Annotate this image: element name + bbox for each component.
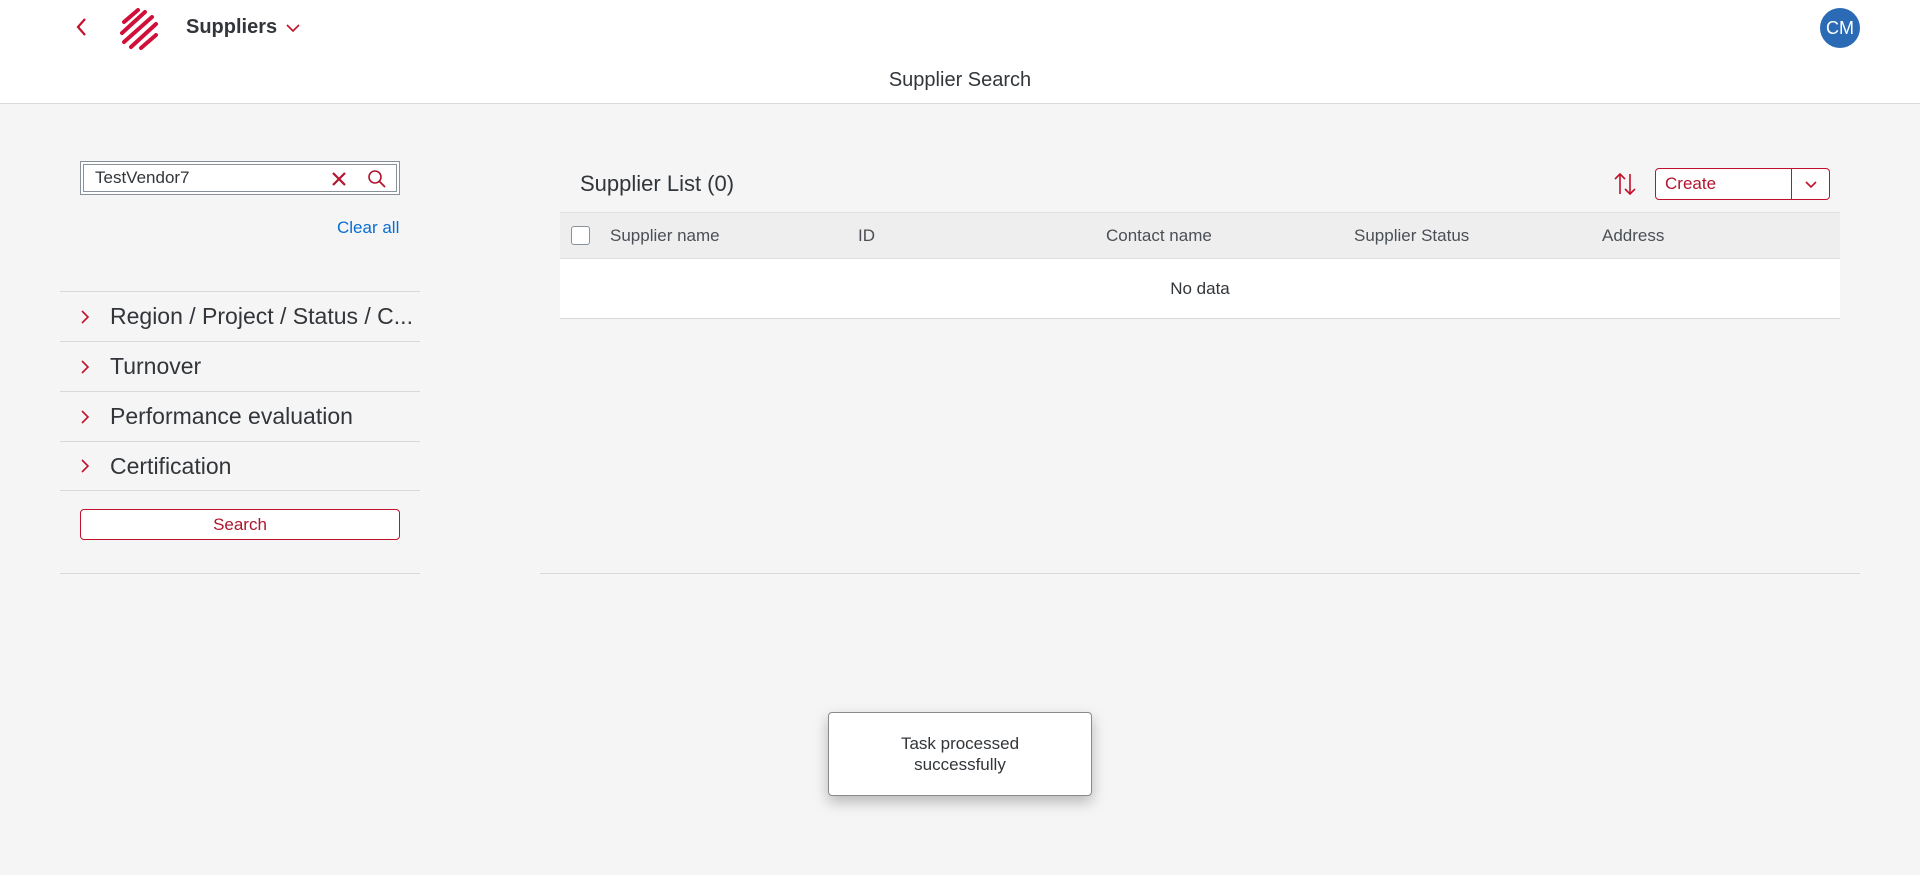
clear-icon[interactable] [329,169,349,189]
chevron-right-icon [81,459,90,473]
chevron-down-icon [1804,181,1817,189]
company-logo [118,6,160,50]
column-header-supplier-name[interactable]: Supplier name [610,226,720,246]
empty-state: No data [560,259,1840,319]
search-icon[interactable] [367,169,387,189]
back-button[interactable] [72,14,92,40]
search-button[interactable]: Search [80,509,400,540]
create-split-button: Create [1655,168,1830,200]
filter-group-region[interactable]: Region / Project / Status / C... [60,291,420,341]
table-header: Supplier name ID Contact name Supplier S… [560,212,1840,259]
app-title-menu[interactable]: Suppliers [186,16,301,39]
shell-bar: Suppliers CM Supplier Search [0,0,1920,104]
supplier-list-title: Supplier List (0) [580,171,735,196]
filter-group-label: Performance evaluation [110,403,353,429]
avatar[interactable]: CM [1820,8,1860,48]
chevron-left-icon [76,18,86,36]
filter-group-label: Turnover [110,353,202,379]
filter-group-label: Certification [110,452,232,479]
sort-icon [1614,172,1636,196]
filter-group-performance[interactable]: Performance evaluation [60,391,420,441]
divider [60,573,420,574]
supplier-table: Supplier name ID Contact name Supplier S… [560,212,1840,319]
filter-group-label: Region / Project / Status / C... [110,303,413,329]
column-header-contact-name[interactable]: Contact name [1106,226,1212,246]
create-dropdown-button[interactable] [1792,169,1829,199]
clear-all-link[interactable]: Clear all [337,218,399,238]
create-button[interactable]: Create [1656,169,1792,199]
app-title: Suppliers [186,16,278,38]
divider [540,573,1860,574]
toast-message: Task processed successfully [828,712,1092,796]
column-header-id[interactable]: ID [858,226,875,246]
search-input[interactable] [95,166,325,190]
chevron-right-icon [81,409,90,424]
chevron-right-icon [81,309,90,324]
chevron-right-icon [81,359,90,374]
sort-button[interactable] [1612,170,1638,198]
filter-group-certification[interactable]: Certification [60,441,420,491]
select-all-checkbox[interactable] [571,226,590,245]
column-header-supplier-status[interactable]: Supplier Status [1354,226,1469,246]
column-header-address[interactable]: Address [1602,226,1664,246]
page-title: Supplier Search [888,69,1032,91]
search-field [80,161,400,195]
filter-group-list: Region / Project / Status / C... Turnove… [60,291,420,491]
chevron-down-icon [286,23,300,32]
filter-group-turnover[interactable]: Turnover [60,341,420,391]
